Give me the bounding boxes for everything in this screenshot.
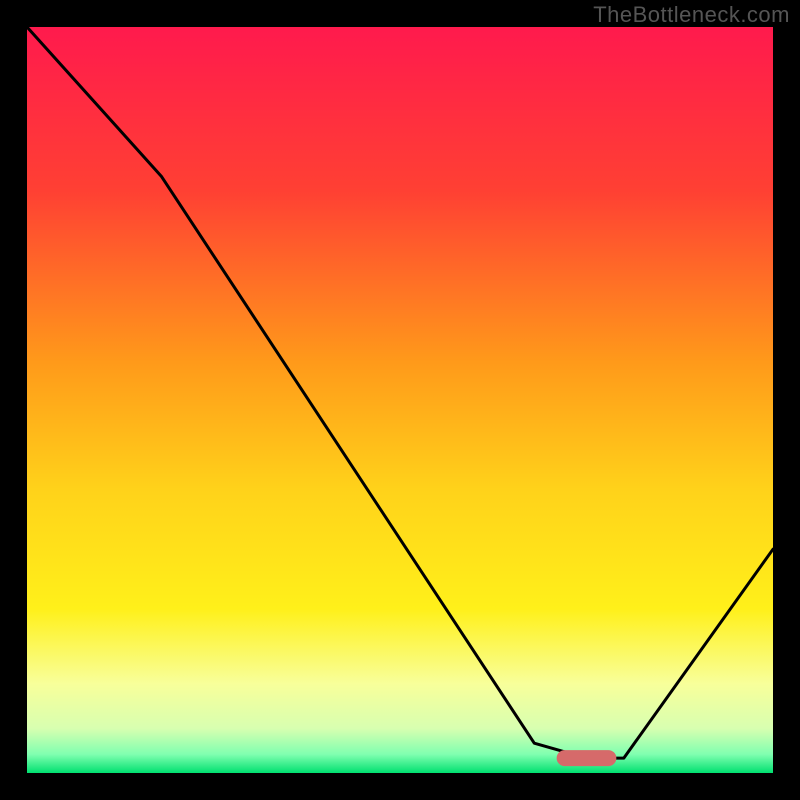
chart-container: TheBottleneck.com [0,0,800,800]
plot-area [27,27,773,773]
watermark-text: TheBottleneck.com [593,2,790,28]
chart-svg [27,27,773,773]
optimum-marker [557,750,617,766]
gradient-background [27,27,773,773]
